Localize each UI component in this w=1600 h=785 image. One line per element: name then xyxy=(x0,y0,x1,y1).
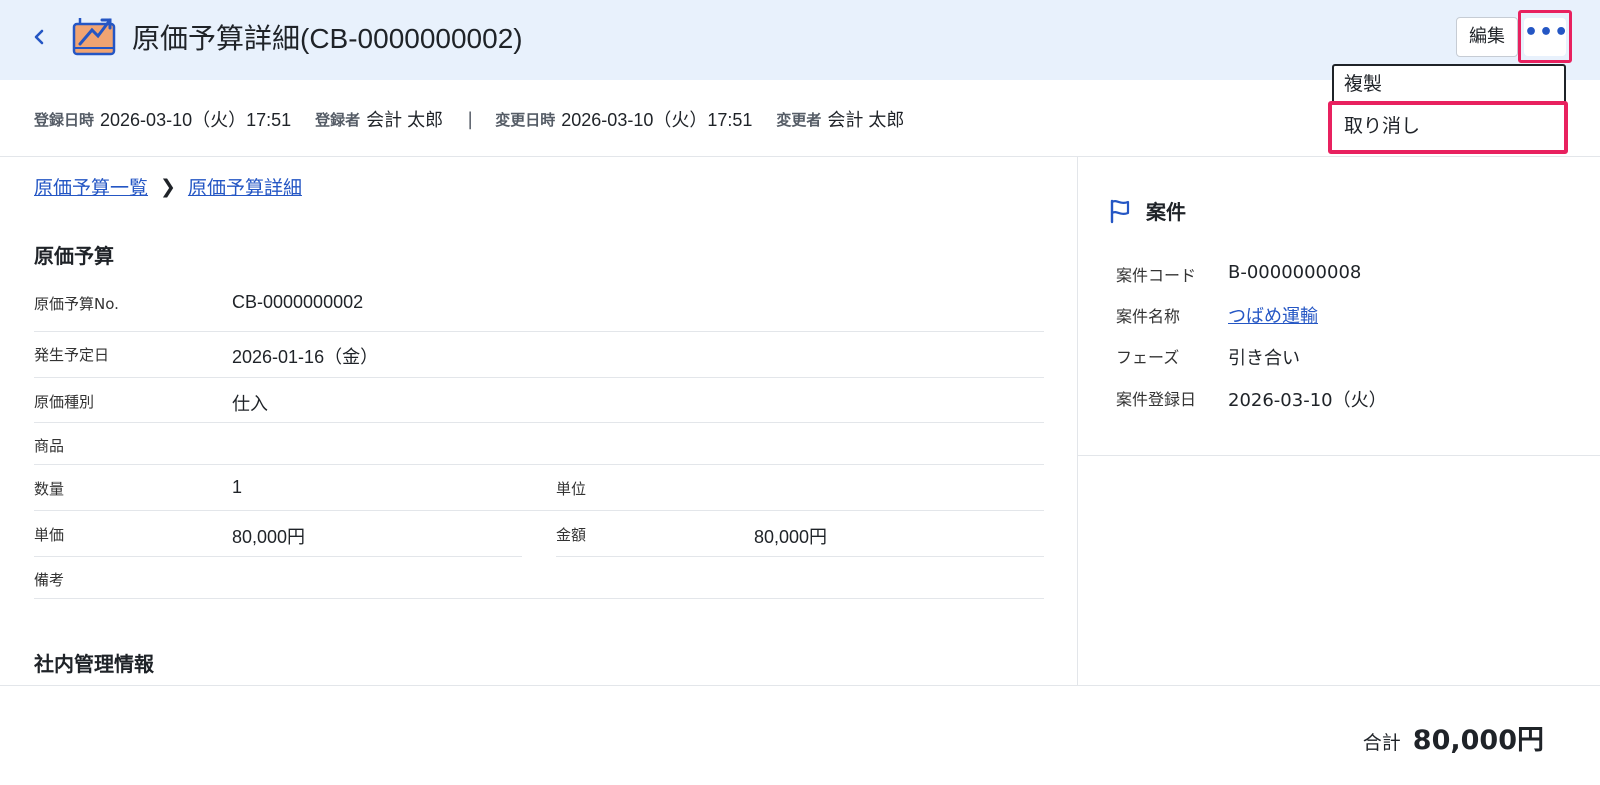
field-row-quantity: 数量 1 単位 xyxy=(34,465,1044,511)
chevron-right-icon: ❯ xyxy=(160,175,176,198)
project-name-link[interactable]: つばめ運輸 xyxy=(1228,306,1318,327)
side-divider xyxy=(1078,455,1600,456)
registered-by-value: 会計 太郎 xyxy=(366,110,444,130)
field-label-type: 原価種別 xyxy=(34,393,95,411)
section-title-internal: 社内管理情報 xyxy=(34,652,154,676)
back-icon[interactable] xyxy=(32,22,52,52)
column-divider xyxy=(1077,157,1078,685)
side-value-regdate: 2026-03-10（火） xyxy=(1228,390,1387,411)
field-label-amount: 金額 xyxy=(556,526,587,544)
total-value: 80,000円 xyxy=(1412,725,1544,756)
divider xyxy=(0,156,1600,157)
updated-at-value: 2026-03-10（火）17:51 xyxy=(561,110,753,130)
breadcrumb-link-list[interactable]: 原価予算一覧 xyxy=(34,173,148,200)
side-value-code: B-0000000008 xyxy=(1228,262,1362,283)
updated-by-label: 変更者 xyxy=(776,110,822,129)
field-label-price: 単価 xyxy=(34,526,65,544)
side-label-phase: フェーズ xyxy=(1116,348,1180,367)
menu-item-cancel[interactable]: 取り消し xyxy=(1328,101,1568,154)
field-label-note: 備考 xyxy=(34,571,65,589)
field-row-note: 備考 xyxy=(34,557,1044,599)
field-value-no: CB-0000000002 xyxy=(232,292,364,312)
field-row-price: 単価 80,000円 xyxy=(34,511,522,557)
field-row-date: 発生予定日 2026-01-16（金） xyxy=(34,332,1044,378)
flag-icon xyxy=(1110,199,1130,223)
field-row-type: 原価種別 仕入 xyxy=(34,378,1044,423)
breadcrumb: 原価予算一覧 ❯ 原価予算詳細 xyxy=(34,173,302,200)
registered-by-label: 登録者 xyxy=(315,110,361,129)
footer-divider xyxy=(0,685,1600,686)
record-meta: 登録日時 2026-03-10（火）17:51 登録者 会計 太郎 | 変更日時… xyxy=(34,104,928,134)
side-label-code: 案件コード xyxy=(1116,266,1197,285)
field-label-quantity: 数量 xyxy=(34,480,65,498)
field-value-date: 2026-01-16（金） xyxy=(232,347,379,367)
side-panel-title: 案件 xyxy=(1108,196,1186,225)
page-title: 原価予算詳細(CB-0000000002) xyxy=(132,23,523,54)
field-label-no: 原価予算No. xyxy=(34,295,119,313)
field-row-no: 原価予算No. CB-0000000002 xyxy=(34,292,1044,332)
edit-button[interactable]: 編集 xyxy=(1456,17,1518,57)
side-label-regdate: 案件登録日 xyxy=(1116,390,1197,409)
total-label: 合計 xyxy=(1362,732,1401,754)
field-label-date: 発生予定日 xyxy=(34,346,110,364)
field-label-unit: 単位 xyxy=(556,480,587,498)
field-label-product: 商品 xyxy=(34,437,65,455)
field-value-price: 80,000円 xyxy=(232,527,306,547)
section-title-cost-budget: 原価予算 xyxy=(34,244,114,268)
total-summary: 合計 80,000円 xyxy=(1363,718,1544,757)
cost-budget-app-icon xyxy=(72,16,116,56)
side-label-name: 案件名称 xyxy=(1116,307,1181,326)
more-options-menu: 複製 取り消し xyxy=(1328,64,1568,154)
menu-item-duplicate[interactable]: 複製 xyxy=(1332,64,1566,106)
field-value-type: 仕入 xyxy=(232,394,268,414)
more-button-highlight: ••• xyxy=(1518,10,1572,63)
registered-at-label: 登録日時 xyxy=(34,110,95,129)
side-value-phase: 引き合い xyxy=(1228,348,1300,369)
registered-at-value: 2026-03-10（火）17:51 xyxy=(100,110,292,130)
breadcrumb-link-detail[interactable]: 原価予算詳細 xyxy=(188,173,302,200)
more-options-button[interactable]: ••• xyxy=(1524,18,1568,56)
field-value-amount: 80,000円 xyxy=(754,527,828,547)
side-value-name-wrapper: つばめ運輸 xyxy=(1228,302,1318,328)
updated-at-label: 変更日時 xyxy=(495,110,556,129)
meta-separator: | xyxy=(467,108,474,130)
field-row-amount: 金額 80,000円 xyxy=(556,511,1044,557)
field-row-product: 商品 xyxy=(34,423,1044,465)
field-value-quantity: 1 xyxy=(232,477,243,497)
side-panel-title-text: 案件 xyxy=(1146,200,1186,224)
updated-by-value: 会計 太郎 xyxy=(827,110,905,130)
